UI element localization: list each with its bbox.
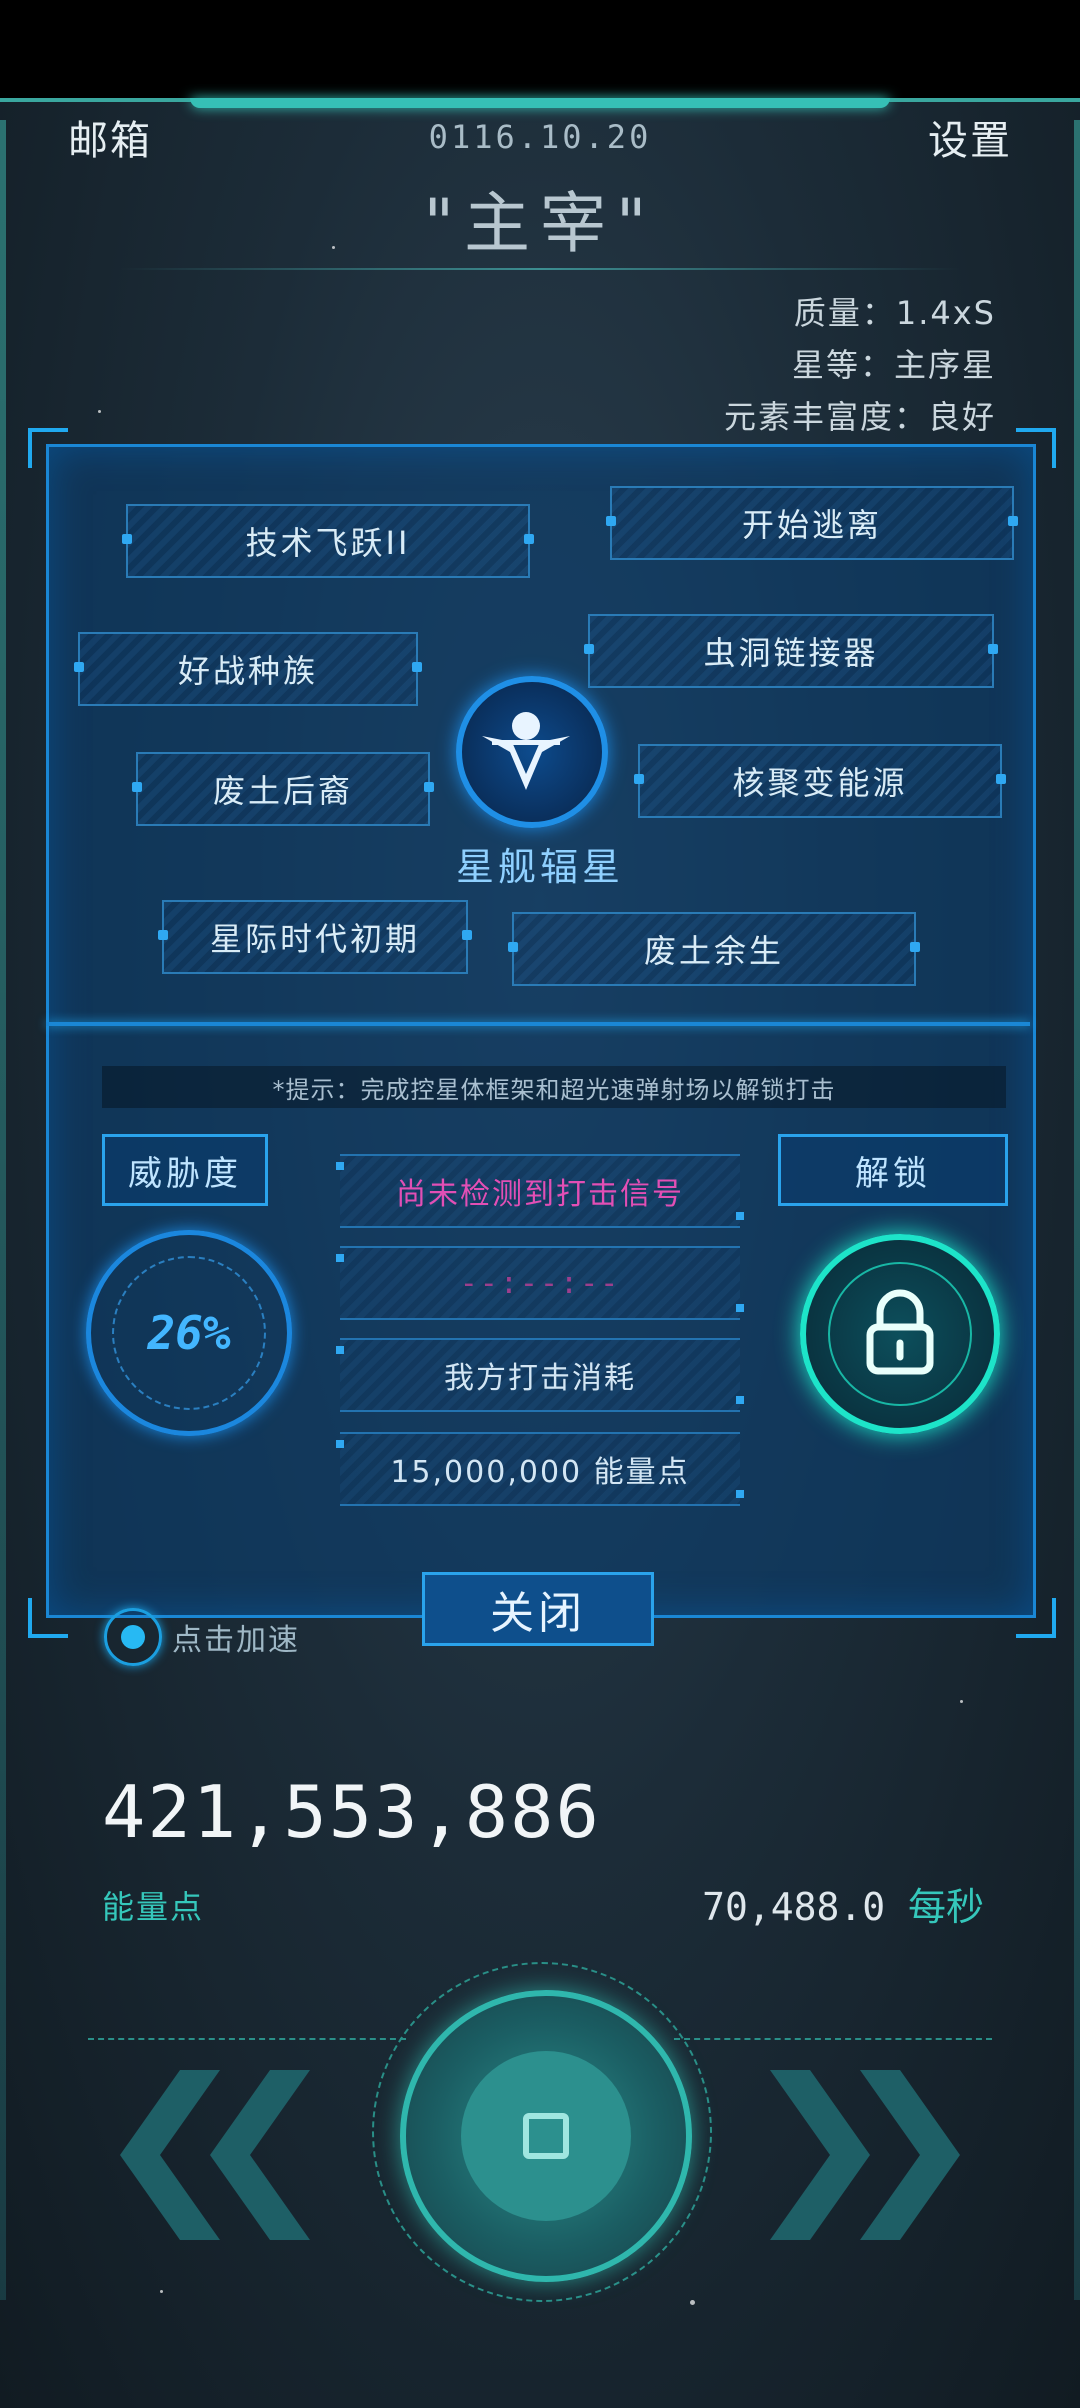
title-divider — [120, 268, 960, 270]
tech-node[interactable]: 废土余生 — [508, 912, 920, 986]
panel-corner — [1016, 1598, 1056, 1638]
speedup-icon — [104, 1608, 162, 1666]
status-bar — [0, 0, 1080, 98]
settings-button[interactable]: 设置 — [928, 108, 1012, 166]
star — [960, 1700, 963, 1703]
top-frame — [0, 98, 1080, 112]
threat-gauge: 26% — [86, 1230, 292, 1436]
unlock-hint: *提示：完成控星体框架和超光速弹射场以解锁打击 — [102, 1066, 1006, 1108]
star — [98, 410, 101, 413]
tech-node[interactable]: 开始逃离 — [606, 486, 1018, 560]
page-title: "主宰" — [423, 185, 657, 262]
stat-class: 星等：主序星 — [791, 346, 996, 384]
lock-button[interactable] — [800, 1234, 1000, 1434]
energy-rate-value: 70,488.0 — [702, 1885, 886, 1929]
energy-rate-unit: 每秒 — [907, 1885, 984, 1929]
panel-corner — [1016, 428, 1056, 468]
double-chevron-right-icon[interactable] — [760, 2070, 980, 2240]
core-inner — [461, 2051, 631, 2221]
strike-cost-value: 15,000,000 能量点 — [336, 1432, 744, 1506]
energy-label: 能量点 — [102, 1888, 205, 1926]
star — [690, 2300, 695, 2305]
panel-corner — [28, 428, 68, 468]
lock-icon — [860, 1287, 940, 1381]
core-center-icon — [523, 2113, 569, 2159]
energy-rate: 70,488.0 每秒 — [702, 1876, 984, 1931]
tech-node[interactable]: 虫洞链接器 — [584, 614, 998, 688]
stat-mass: 质量：1.4xS — [793, 294, 996, 332]
tech-node[interactable]: 技术飞跃II — [122, 504, 534, 578]
signal-status: 尚未检测到打击信号 — [336, 1154, 744, 1228]
threat-label: 威胁度 — [102, 1134, 268, 1206]
tech-node[interactable]: 核聚变能源 — [634, 744, 1006, 818]
speedup-button[interactable]: 点击加速 — [104, 1608, 300, 1666]
left-frame — [0, 120, 6, 2300]
panel-divider — [46, 1018, 1030, 1032]
tech-node[interactable]: 好战种族 — [74, 632, 422, 706]
speedup-label: 点击加速 — [172, 1623, 300, 1658]
threat-value: 26% — [147, 1306, 231, 1360]
star — [160, 2290, 163, 2293]
dashed-guide — [88, 2038, 406, 2040]
right-frame — [1074, 120, 1080, 2300]
ship-name: 星舰辐星 — [455, 845, 624, 889]
ship-emblem-icon[interactable] — [456, 676, 608, 828]
game-date: 0116.10.20 — [428, 118, 652, 156]
dashed-guide — [674, 2038, 992, 2040]
unlock-button[interactable]: 解锁 — [778, 1134, 1008, 1206]
strike-timer: --:--:-- — [336, 1246, 744, 1320]
energy-total: 421,553,886 — [102, 1770, 601, 1854]
energy-core-button[interactable] — [400, 1990, 692, 2282]
stat-abundance: 元素丰富度：良好 — [723, 398, 996, 436]
panel-corner — [28, 1598, 68, 1638]
tech-node[interactable]: 星际时代初期 — [158, 900, 472, 974]
tech-node[interactable]: 废土后裔 — [132, 752, 434, 826]
close-button[interactable]: 关闭 — [422, 1572, 654, 1646]
double-chevron-left-icon[interactable] — [100, 2070, 320, 2240]
strike-cost-label: 我方打击消耗 — [336, 1338, 744, 1412]
